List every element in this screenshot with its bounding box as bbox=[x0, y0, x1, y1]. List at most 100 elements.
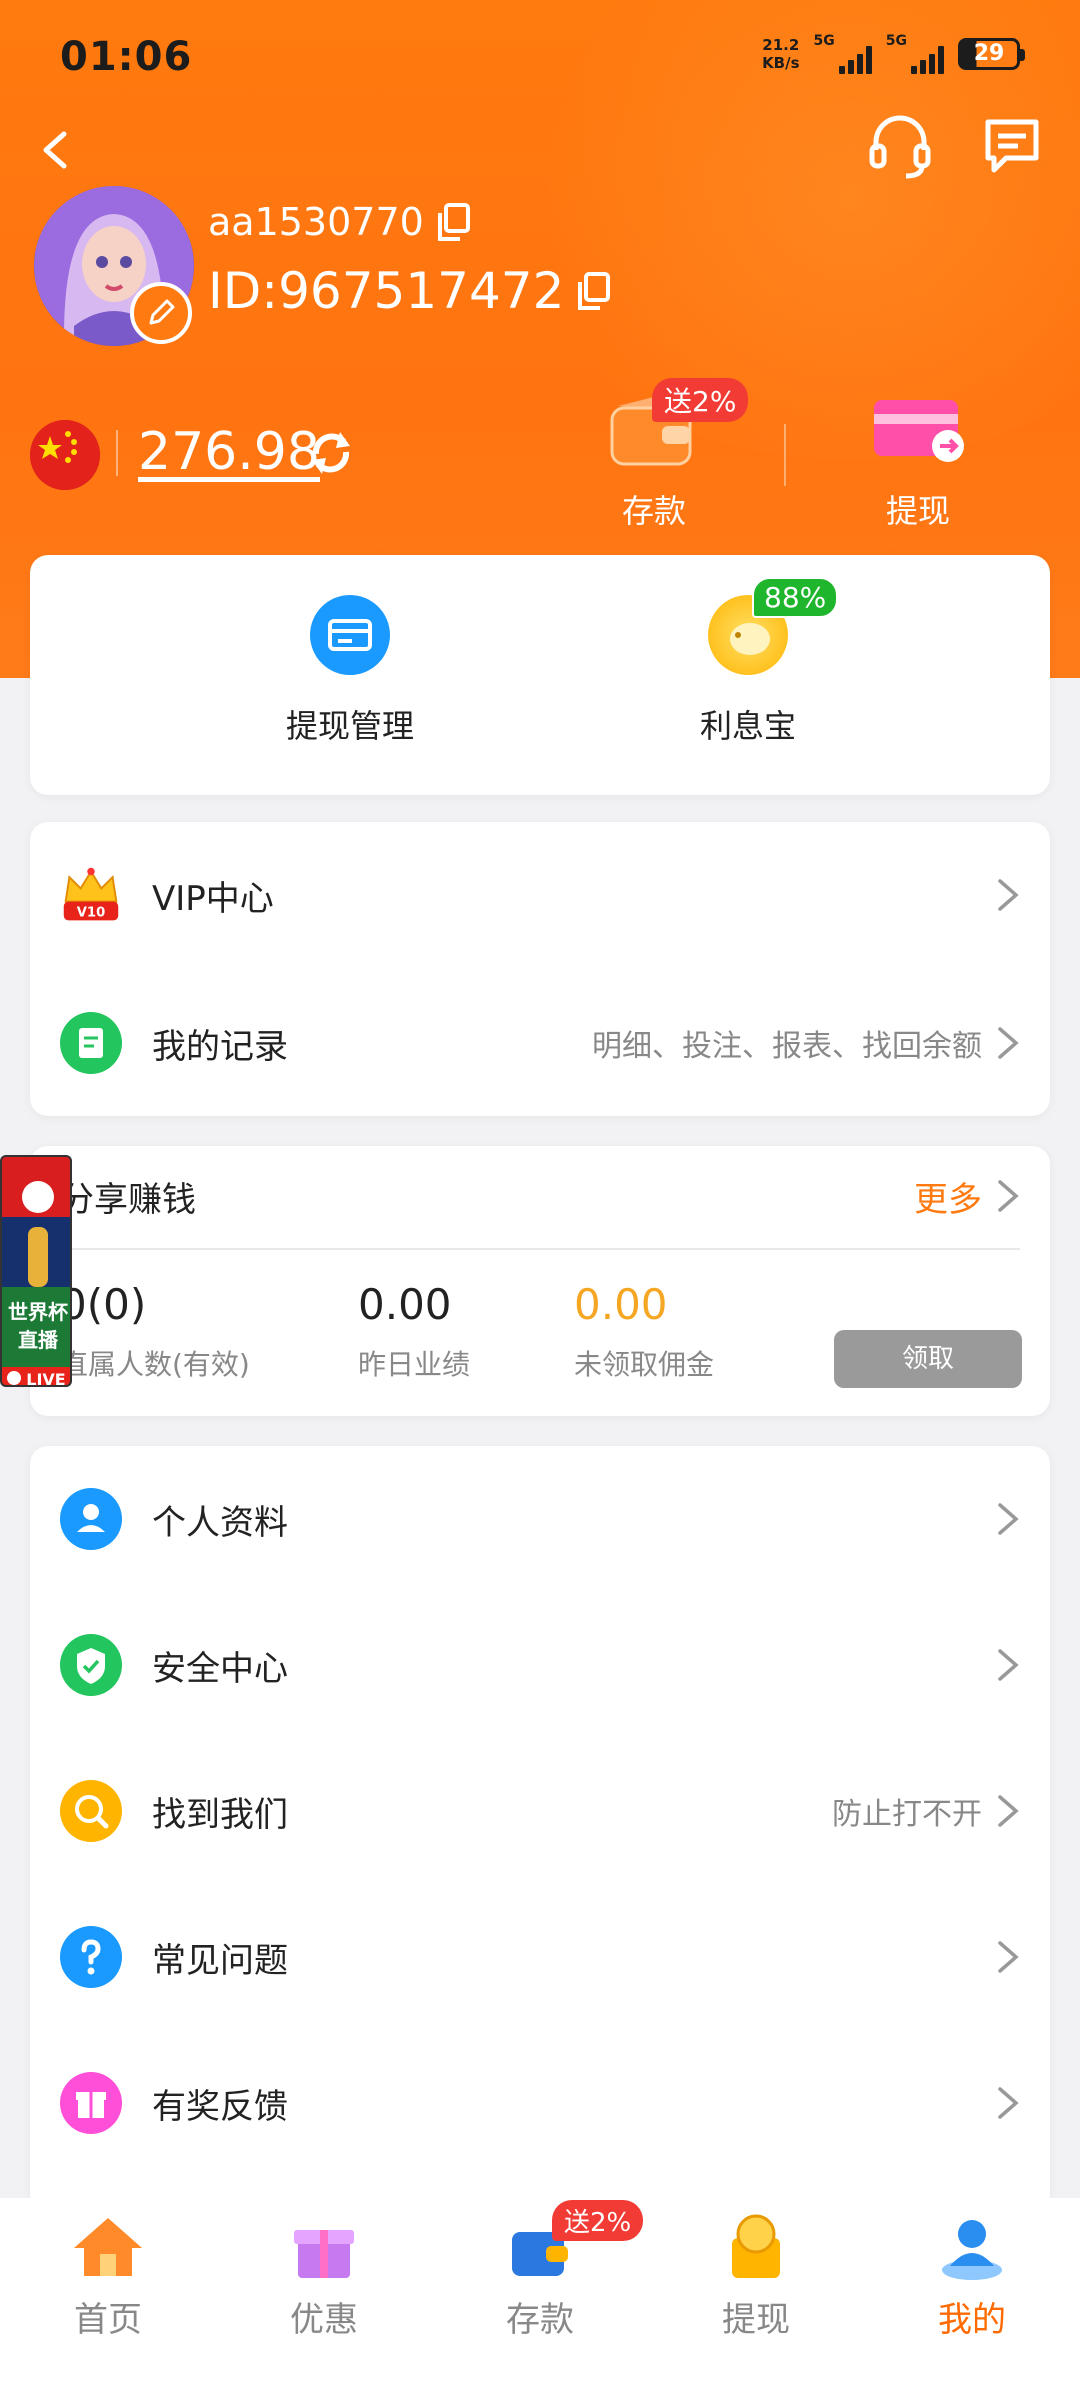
pencil-icon bbox=[149, 299, 175, 325]
copy-icon[interactable] bbox=[434, 201, 472, 243]
menu-card-2: 个人资料 安全中心 找到我们 防止打不开 常见问题 有奖反馈 bbox=[30, 1446, 1050, 2206]
withdraw-button[interactable]: 提现 bbox=[848, 380, 988, 530]
question-icon bbox=[60, 1926, 122, 1988]
tab-deposit-label: 存款 bbox=[506, 2300, 574, 2340]
headset-icon[interactable] bbox=[868, 110, 932, 182]
chevron-right-icon bbox=[998, 1503, 1019, 1535]
chevron-right-icon bbox=[998, 1027, 1019, 1059]
tab-promo-label: 优惠 bbox=[290, 2300, 358, 2340]
edit-avatar-button[interactable] bbox=[130, 282, 192, 344]
wallet-icon: 送2% bbox=[604, 378, 749, 470]
refresh-icon[interactable] bbox=[306, 428, 356, 478]
card-icon bbox=[868, 380, 968, 470]
yesterday-value: 0.00 bbox=[358, 1280, 452, 1329]
sim1-label: 5G bbox=[813, 33, 835, 49]
live-badge: LIVE bbox=[26, 1370, 65, 1387]
net-speed-unit: KB/s bbox=[762, 54, 800, 72]
chevron-right-icon bbox=[998, 1649, 1019, 1681]
vip-center-row[interactable]: V10 VIP中心 bbox=[30, 822, 1050, 968]
sim2-label: 5G bbox=[885, 33, 907, 49]
vip-center-label: VIP中心 bbox=[152, 878, 274, 919]
deposit-label: 存款 bbox=[621, 492, 686, 530]
person-icon bbox=[60, 1488, 122, 1550]
bottom-tab-bar: 首页 优惠 送2% 存款 提现 我的 bbox=[0, 2198, 1080, 2400]
piggy-bank-icon: 88% bbox=[708, 577, 839, 675]
chevron-right-icon bbox=[998, 1795, 1019, 1827]
divider bbox=[784, 424, 786, 486]
security-center-row[interactable]: 安全中心 bbox=[30, 1592, 1050, 1738]
records-icon bbox=[60, 1012, 122, 1074]
my-records-row[interactable]: 我的记录 明细、投注、报表、找回余额 bbox=[30, 970, 1050, 1116]
find-us-row[interactable]: 找到我们 防止打不开 bbox=[30, 1738, 1050, 1884]
chevron-right-icon bbox=[998, 1941, 1019, 1973]
wallet-icon: 送2% bbox=[502, 2200, 644, 2282]
chevron-right-icon[interactable] bbox=[994, 1176, 1022, 1216]
profile-row[interactable]: 个人资料 bbox=[30, 1446, 1050, 1592]
magnifier-icon bbox=[60, 1780, 122, 1842]
network-speed: 21.2 KB/s bbox=[762, 36, 799, 72]
direct-count-label: 直属人数(有效) bbox=[60, 1348, 250, 1381]
message-icon[interactable] bbox=[982, 114, 1042, 178]
unclaimed-stat: 0.00 未领取佣金 bbox=[574, 1280, 714, 1383]
tab-withdraw-label: 提现 bbox=[722, 2300, 790, 2340]
deposit-button[interactable]: 送2% 存款 bbox=[584, 378, 749, 530]
tab-withdraw[interactable]: 提现 bbox=[648, 2212, 864, 2341]
gift-box-icon bbox=[286, 2212, 362, 2282]
feedback-label: 有奖反馈 bbox=[152, 2086, 288, 2127]
world-cup-live-widget[interactable]: 世界杯 直播 LIVE bbox=[0, 1155, 72, 1387]
my-records-label: 我的记录 bbox=[152, 1026, 288, 1067]
interest-button[interactable]: 88% 利息宝 bbox=[648, 577, 848, 747]
unclaimed-value: 0.00 bbox=[574, 1280, 668, 1329]
deposit-tab-badge: 送2% bbox=[552, 2200, 644, 2241]
direct-count-value: 0(0) bbox=[60, 1280, 147, 1329]
username-row: aa1530770 bbox=[208, 200, 472, 244]
status-bar: 01:06 21.2 KB/s 5G 5G 29 bbox=[60, 30, 1025, 86]
tab-home[interactable]: 首页 bbox=[0, 2212, 216, 2341]
net-speed-value: 21.2 bbox=[762, 36, 800, 54]
balance-amount[interactable]: 276.98 bbox=[138, 422, 320, 482]
crown-icon: V10 bbox=[60, 864, 122, 926]
widget-subtitle: 直播 bbox=[18, 1328, 59, 1352]
my-records-hint: 明细、投注、报表、找回余额 bbox=[592, 1029, 982, 1064]
tab-deposit[interactable]: 送2% 存款 bbox=[432, 2200, 648, 2341]
card-manage-icon bbox=[310, 595, 390, 675]
feedback-row[interactable]: 有奖反馈 bbox=[30, 2030, 1050, 2176]
divider bbox=[116, 430, 118, 476]
gift-icon bbox=[60, 2072, 122, 2134]
yesterday-stat: 0.00 昨日业绩 bbox=[358, 1280, 470, 1383]
coin-icon bbox=[718, 2212, 794, 2282]
chevron-right-icon bbox=[998, 879, 1019, 911]
tab-mine[interactable]: 我的 bbox=[864, 2212, 1080, 2341]
tab-promo[interactable]: 优惠 bbox=[216, 2212, 432, 2341]
copy-icon[interactable] bbox=[574, 270, 612, 312]
shield-icon bbox=[60, 1634, 122, 1696]
chevron-right-icon bbox=[998, 2087, 1019, 2119]
direct-count-stat: 0(0) 直属人数(有效) bbox=[60, 1280, 250, 1383]
interest-rate-badge: 88% bbox=[752, 577, 839, 618]
withdraw-label: 提现 bbox=[885, 492, 950, 530]
security-center-label: 安全中心 bbox=[152, 1648, 288, 1689]
withdraw-manage-button[interactable]: 提现管理 bbox=[250, 595, 450, 747]
back-icon[interactable] bbox=[26, 120, 86, 180]
withdraw-manage-label: 提现管理 bbox=[285, 707, 414, 745]
claim-button[interactable]: 领取 bbox=[834, 1330, 1022, 1388]
divider bbox=[60, 1248, 1020, 1250]
yesterday-label: 昨日业绩 bbox=[358, 1348, 471, 1381]
unclaimed-label: 未领取佣金 bbox=[574, 1348, 715, 1381]
user-icon bbox=[934, 2212, 1010, 2282]
vip-level-badge: V10 bbox=[77, 906, 105, 921]
quick-actions-card: 提现管理 88% 利息宝 bbox=[30, 555, 1050, 795]
find-us-label: 找到我们 bbox=[152, 1794, 288, 1835]
share-earn-card: 分享赚钱 更多 0(0) 直属人数(有效) 0.00 昨日业绩 0.00 未领取… bbox=[30, 1146, 1050, 1416]
find-us-hint: 防止打不开 bbox=[832, 1797, 982, 1832]
signal-icon: 5G bbox=[814, 34, 872, 74]
profile-label: 个人资料 bbox=[152, 1502, 288, 1543]
house-icon bbox=[70, 2212, 146, 2282]
faq-row[interactable]: 常见问题 bbox=[30, 1884, 1050, 2030]
tab-mine-label: 我的 bbox=[938, 2300, 1006, 2340]
menu-card-1: V10 VIP中心 我的记录 明细、投注、报表、找回余额 bbox=[30, 822, 1050, 1116]
share-title: 分享赚钱 bbox=[60, 1180, 196, 1220]
china-flag-icon bbox=[30, 420, 100, 490]
signal-icon-2: 5G bbox=[886, 34, 944, 74]
share-more-link[interactable]: 更多 bbox=[914, 1172, 982, 1221]
